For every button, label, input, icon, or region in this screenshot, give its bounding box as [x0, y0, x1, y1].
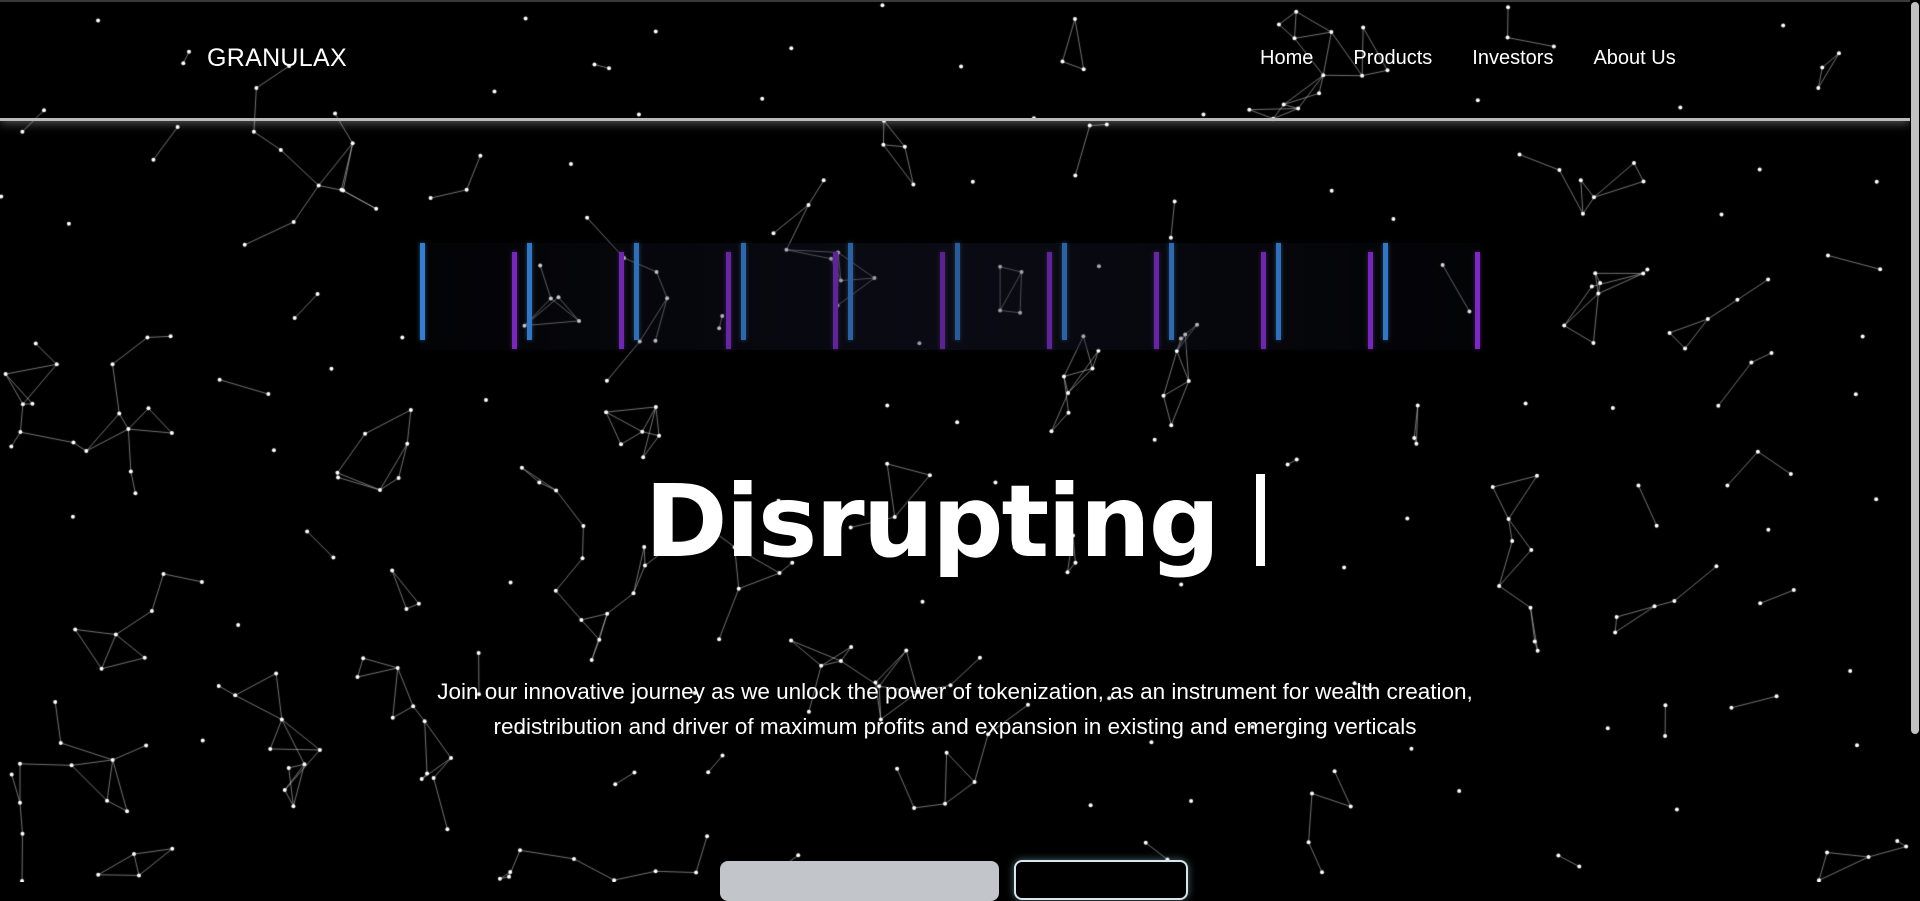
hero-headline: Disrupting: [0, 462, 1910, 582]
hero-intro-text: Join our innovative journey as we unlock…: [437, 679, 1473, 739]
primary-cta-button[interactable]: [720, 861, 999, 901]
scrollbar-thumb[interactable]: [1911, 2, 1919, 734]
nav-about-us[interactable]: About Us: [1593, 47, 1675, 70]
nav-home[interactable]: Home: [1260, 47, 1313, 70]
equalizer-bars-icon: [420, 243, 1480, 350]
nav-investors[interactable]: Investors: [1472, 47, 1553, 70]
constellation-background: [0, 0, 1920, 882]
site-header: GRANULAX Home Products Investors About U…: [0, 0, 1910, 121]
main-nav: Home Products Investors About Us: [1260, 47, 1676, 70]
hero-headline-text: Disrupting: [644, 463, 1221, 580]
secondary-cta-button[interactable]: [1014, 860, 1188, 900]
nav-products[interactable]: Products: [1353, 47, 1432, 70]
brand-logo[interactable]: GRANULAX: [207, 44, 347, 73]
typing-caret: [1256, 474, 1266, 566]
